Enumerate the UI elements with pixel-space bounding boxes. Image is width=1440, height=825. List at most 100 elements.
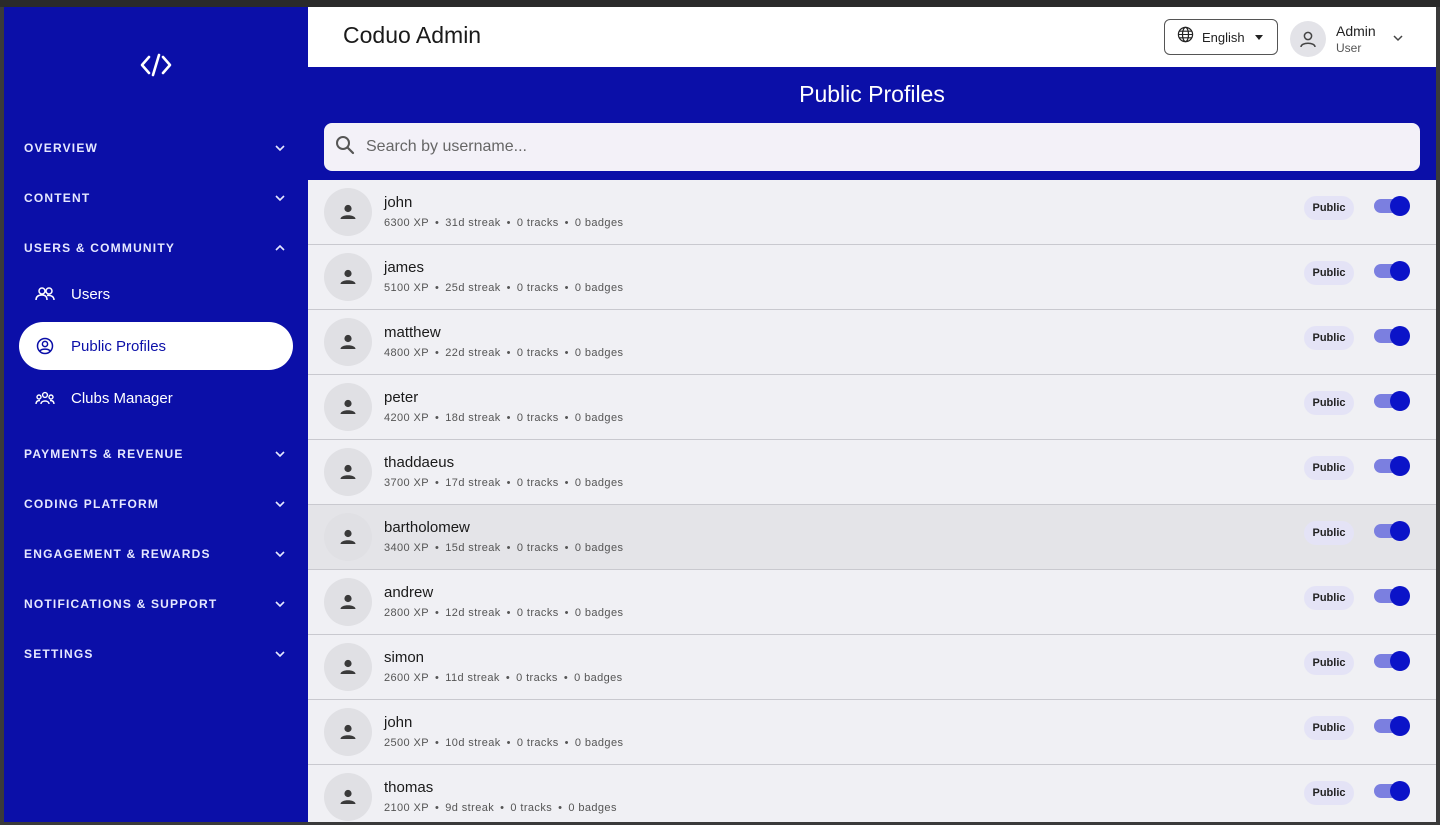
profile-badges: 0 badges: [574, 737, 624, 749]
profile-tracks: 0 tracks: [516, 607, 559, 619]
person-icon: [324, 578, 372, 626]
nav-section-notifications-support[interactable]: NOTIFICATIONS & SUPPORT: [4, 586, 308, 622]
profile-xp: 2800 XP: [384, 607, 430, 619]
profile-streak: 11d streak: [445, 672, 500, 684]
user-name: Admin: [1336, 23, 1376, 39]
toggle-knob: [1390, 391, 1410, 411]
groups-icon: [35, 388, 55, 408]
profile-row[interactable]: john 6300 XP • 31d streak • 0 tracks • 0 badge…: [308, 180, 1436, 245]
visibility-toggle[interactable]: [1374, 456, 1410, 476]
sidebar-item-label: Clubs Manager: [71, 389, 173, 407]
toggle-knob: [1390, 326, 1410, 346]
profile-stats: 2100 XP • 9d streak • 0 tracks • 0 badges: [384, 802, 617, 814]
profile-streak: 15d streak: [445, 542, 501, 554]
profile-username: thaddaeus: [384, 454, 455, 471]
profile-streak: 9d streak: [445, 802, 495, 814]
nav-section-overview[interactable]: OVERVIEW: [4, 130, 308, 166]
profile-stats: 2500 XP • 10d streak • 0 tracks • 0 badges: [384, 737, 624, 749]
chevron-down-icon: [272, 190, 288, 206]
person-icon: [324, 383, 372, 431]
profile-row[interactable]: peter 4200 XP • 18d streak • 0 tracks • 0 badg…: [308, 375, 1436, 440]
profile-xp: 3400 XP: [384, 542, 430, 554]
profile-row[interactable]: james 5100 XP • 25d streak • 0 tracks • 0 badg…: [308, 245, 1436, 310]
profile-username: peter: [384, 389, 419, 406]
profile-badges: 0 badges: [574, 347, 624, 359]
profile-row[interactable]: thaddaeus 3700 XP • 17d streak • 0 tracks • 0 …: [308, 440, 1436, 505]
status-badge: Public: [1304, 781, 1354, 805]
person-icon: [324, 448, 372, 496]
profile-xp: 6300 XP: [384, 217, 430, 229]
profile-badges: 0 badges: [574, 217, 624, 229]
profile-xp: 5100 XP: [384, 282, 430, 294]
nav-section-payments-revenue[interactable]: PAYMENTS & REVENUE: [4, 436, 308, 472]
profile-tracks: 0 tracks: [516, 412, 559, 424]
nav-section-label: USERS & COMMUNITY: [24, 241, 176, 255]
chevron-down-icon: [272, 646, 288, 662]
toggle-knob: [1390, 781, 1410, 801]
person-icon: [324, 513, 372, 561]
sidebar-item-users[interactable]: Users: [19, 270, 293, 318]
visibility-toggle[interactable]: [1374, 716, 1410, 736]
sidebar-item-label: Users: [71, 285, 111, 303]
page-banner: Public Profiles: [308, 67, 1436, 180]
profile-list: john 6300 XP • 31d streak • 0 tracks • 0 badge…: [308, 180, 1436, 822]
visibility-toggle[interactable]: [1374, 781, 1410, 801]
person-icon: [324, 773, 372, 821]
app-title: Coduo Admin: [343, 22, 482, 48]
profile-username: james: [384, 259, 425, 276]
profile-row[interactable]: bartholomew 3400 XP • 15d streak • 0 tracks •…: [308, 505, 1436, 570]
profile-badges: 0 badges: [574, 542, 624, 554]
search-input[interactable]: [366, 138, 1366, 156]
language-label: English: [1202, 29, 1245, 45]
profile-row[interactable]: simon 2600 XP • 11d streak • 0 tracks • 0 badg…: [308, 635, 1436, 700]
nav-section-label: PAYMENTS & REVENUE: [24, 447, 184, 461]
profile-stats: 3400 XP • 15d streak • 0 tracks • 0 badges: [384, 542, 624, 554]
top-header: Coduo Admin English Admin User: [308, 7, 1436, 67]
nav-section-users-community[interactable]: USERS & COMMUNITY: [4, 230, 308, 266]
profile-username: matthew: [384, 324, 441, 341]
nav-section-settings[interactable]: SETTINGS: [4, 636, 308, 672]
nav-section-coding-platform[interactable]: CODING PLATFORM: [4, 486, 308, 522]
profile-row[interactable]: thomas 2100 XP • 9d streak • 0 tracks • 0 badg…: [308, 765, 1436, 822]
chevron-down-icon[interactable]: [1392, 29, 1404, 47]
profile-row[interactable]: andrew 2800 XP • 12d streak • 0 tracks • 0 bad…: [308, 570, 1436, 635]
nav-section-content[interactable]: CONTENT: [4, 180, 308, 216]
visibility-toggle[interactable]: [1374, 326, 1410, 346]
users-icon: [35, 284, 55, 304]
visibility-toggle[interactable]: [1374, 521, 1410, 541]
chevron-up-icon: [272, 240, 288, 256]
profile-row[interactable]: matthew 4800 XP • 22d streak • 0 tracks • 0 ba…: [308, 310, 1436, 375]
status-badge: Public: [1304, 326, 1354, 350]
visibility-toggle[interactable]: [1374, 651, 1410, 671]
nav-section-label: NOTIFICATIONS & SUPPORT: [24, 597, 218, 611]
profile-username: andrew: [384, 584, 434, 601]
visibility-toggle[interactable]: [1374, 261, 1410, 281]
profile-streak: 18d streak: [445, 412, 501, 424]
status-badge: Public: [1304, 521, 1354, 545]
sidebar-item-public-profiles[interactable]: Public Profiles: [19, 322, 293, 370]
nav-section-label: ENGAGEMENT & REWARDS: [24, 547, 211, 561]
profile-badges: 0 badges: [568, 802, 617, 814]
profile-stats: 6300 XP • 31d streak • 0 tracks • 0 badges: [384, 217, 624, 229]
status-badge: Public: [1304, 261, 1354, 285]
toggle-knob: [1390, 716, 1410, 736]
sidebar-item-clubs-manager[interactable]: Clubs Manager: [19, 374, 293, 422]
search-bar[interactable]: [324, 123, 1420, 171]
toggle-knob: [1390, 261, 1410, 281]
code-logo-icon[interactable]: [136, 51, 176, 79]
nav-section-label: CONTENT: [24, 191, 91, 205]
profile-stats: 4800 XP • 22d streak • 0 tracks • 0 badges: [384, 347, 624, 359]
visibility-toggle[interactable]: [1374, 586, 1410, 606]
profile-xp: 4800 XP: [384, 347, 430, 359]
toggle-knob: [1390, 456, 1410, 476]
nav-section-engagement-rewards[interactable]: ENGAGEMENT & REWARDS: [4, 536, 308, 572]
profile-xp: 2100 XP: [384, 802, 430, 814]
sidebar-item-label: Public Profiles: [71, 337, 167, 355]
profile-username: john: [384, 194, 413, 211]
globe-icon: [1177, 26, 1194, 48]
visibility-toggle[interactable]: [1374, 391, 1410, 411]
language-selector[interactable]: English: [1164, 19, 1278, 55]
profile-row[interactable]: john 2500 XP • 10d streak • 0 tracks • 0 badge…: [308, 700, 1436, 765]
app-window: OVERVIEW CONTENT USERS & COMMUNITY Users…: [4, 7, 1436, 822]
visibility-toggle[interactable]: [1374, 196, 1410, 216]
